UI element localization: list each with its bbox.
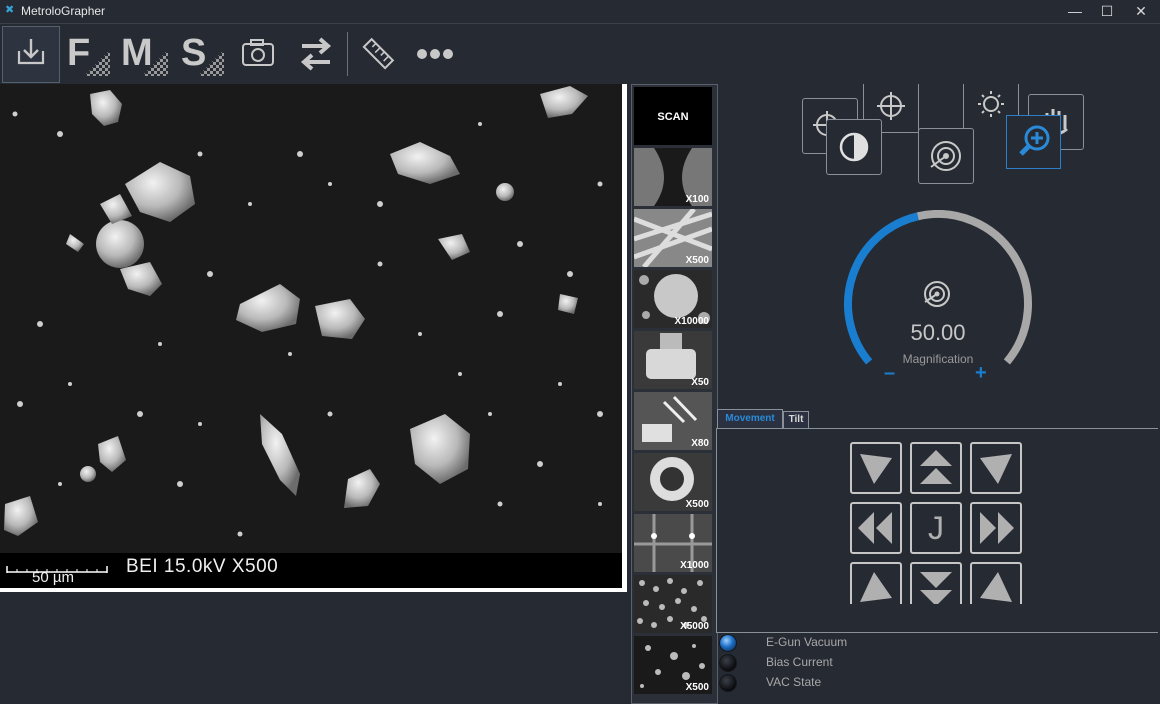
status-led (719, 654, 737, 672)
toolbar (0, 24, 1160, 84)
double-arrow-right-icon (980, 512, 1014, 544)
sem-image-viewport[interactable] (0, 84, 622, 553)
magnification-decrease-button[interactable]: – (884, 362, 895, 385)
move-down-button[interactable] (910, 562, 962, 604)
title-bar (0, 0, 1160, 24)
thumbnail-item[interactable]: X80 (634, 392, 712, 450)
thumbnail-item[interactable]: X500 (634, 209, 712, 267)
scan-label: SCAN (657, 111, 689, 123)
arrow-up-left-icon (860, 454, 892, 484)
tab-tilt[interactable]: Tilt (783, 411, 809, 428)
arrow-up-right-icon (980, 454, 1012, 484)
maximize-button[interactable]: ☐ (1090, 0, 1124, 23)
magnification-increase-button[interactable]: + (975, 362, 987, 385)
jog-pad: J (846, 438, 1028, 604)
ruler-button[interactable] (360, 36, 396, 72)
app-logo-icon: ✖ (5, 4, 15, 16)
double-arrow-down-icon (920, 572, 952, 604)
window-title: MetroloGrapher (21, 4, 106, 18)
joystick-center-button[interactable]: J (910, 502, 962, 554)
m-report-button[interactable]: M (120, 30, 170, 78)
camera-button[interactable] (240, 36, 278, 72)
status-label: Bias Current (766, 655, 833, 669)
focus-tool-button[interactable] (918, 128, 974, 184)
swap-arrows-icon (300, 37, 332, 71)
move-down-left-button[interactable] (850, 562, 902, 604)
double-arrow-up-icon (920, 450, 952, 484)
download-button[interactable] (2, 26, 60, 83)
thumbnail-item[interactable]: X500 (634, 636, 712, 694)
thumbnail-label: X500 (685, 682, 709, 693)
move-down-right-button[interactable] (970, 562, 1022, 604)
toolbar-separator (347, 32, 348, 76)
thumbnail-item[interactable]: X500 (634, 453, 712, 511)
more-button[interactable] (414, 42, 456, 66)
download-icon (17, 39, 45, 65)
status-label: E-Gun Vacuum (766, 635, 848, 649)
thumbnail-label: X5000 (680, 621, 709, 632)
move-right-button[interactable] (970, 502, 1022, 554)
move-left-button[interactable] (850, 502, 902, 554)
s-report-button[interactable]: S (180, 30, 226, 78)
thumbnail-label: X10000 (674, 316, 709, 327)
swap-button[interactable] (296, 34, 336, 74)
ruler-icon (362, 37, 395, 70)
image-metadata: BEI 15.0kV X500 (126, 556, 279, 577)
thumbnail-label: X50 (691, 377, 709, 388)
move-up-button[interactable] (910, 442, 962, 494)
double-arrow-left-icon (858, 512, 892, 544)
focus-target-icon (930, 141, 961, 171)
thumbnail-label: X500 (685, 499, 709, 510)
thumbnail-label: X100 (685, 194, 709, 205)
more-dots-icon (417, 49, 453, 59)
scan-button[interactable]: SCAN (634, 87, 712, 145)
sem-particles-image (0, 84, 622, 553)
zoom-tool-button[interactable] (1006, 115, 1061, 169)
thumbnail-item[interactable]: X5000 (634, 575, 712, 633)
arrow-down-left-icon (860, 572, 892, 602)
scale-label: 50 µm (32, 569, 74, 586)
status-led (719, 634, 737, 652)
move-up-left-button[interactable] (850, 442, 902, 494)
focus-target-icon (921, 278, 953, 310)
camera-icon (242, 39, 274, 66)
status-led (719, 674, 737, 692)
magnification-value: 50.00 (910, 320, 966, 345)
contrast-icon (839, 132, 869, 162)
thumbnail-item[interactable]: X100 (634, 148, 712, 206)
status-label: VAC State (766, 675, 822, 689)
thumbnail-label: X80 (691, 438, 709, 449)
close-button[interactable]: ✕ (1124, 0, 1158, 23)
move-up-right-button[interactable] (970, 442, 1022, 494)
tab-movement[interactable]: Movement (717, 409, 783, 428)
thumbnail-item[interactable]: X10000 (634, 270, 712, 328)
minimize-button[interactable]: — (1058, 0, 1092, 23)
contrast-tool-button[interactable] (826, 119, 882, 175)
thumbnail-item[interactable]: X1000 (634, 514, 712, 572)
thumbnail-label: X500 (685, 255, 709, 266)
joystick-label: J (928, 510, 944, 546)
thumbnail-label: X1000 (680, 560, 709, 571)
arrow-down-right-icon (980, 572, 1012, 602)
thumbnail-item[interactable]: X50 (634, 331, 712, 389)
zoom-in-icon (1019, 125, 1050, 156)
f-report-button[interactable]: F (66, 30, 112, 78)
